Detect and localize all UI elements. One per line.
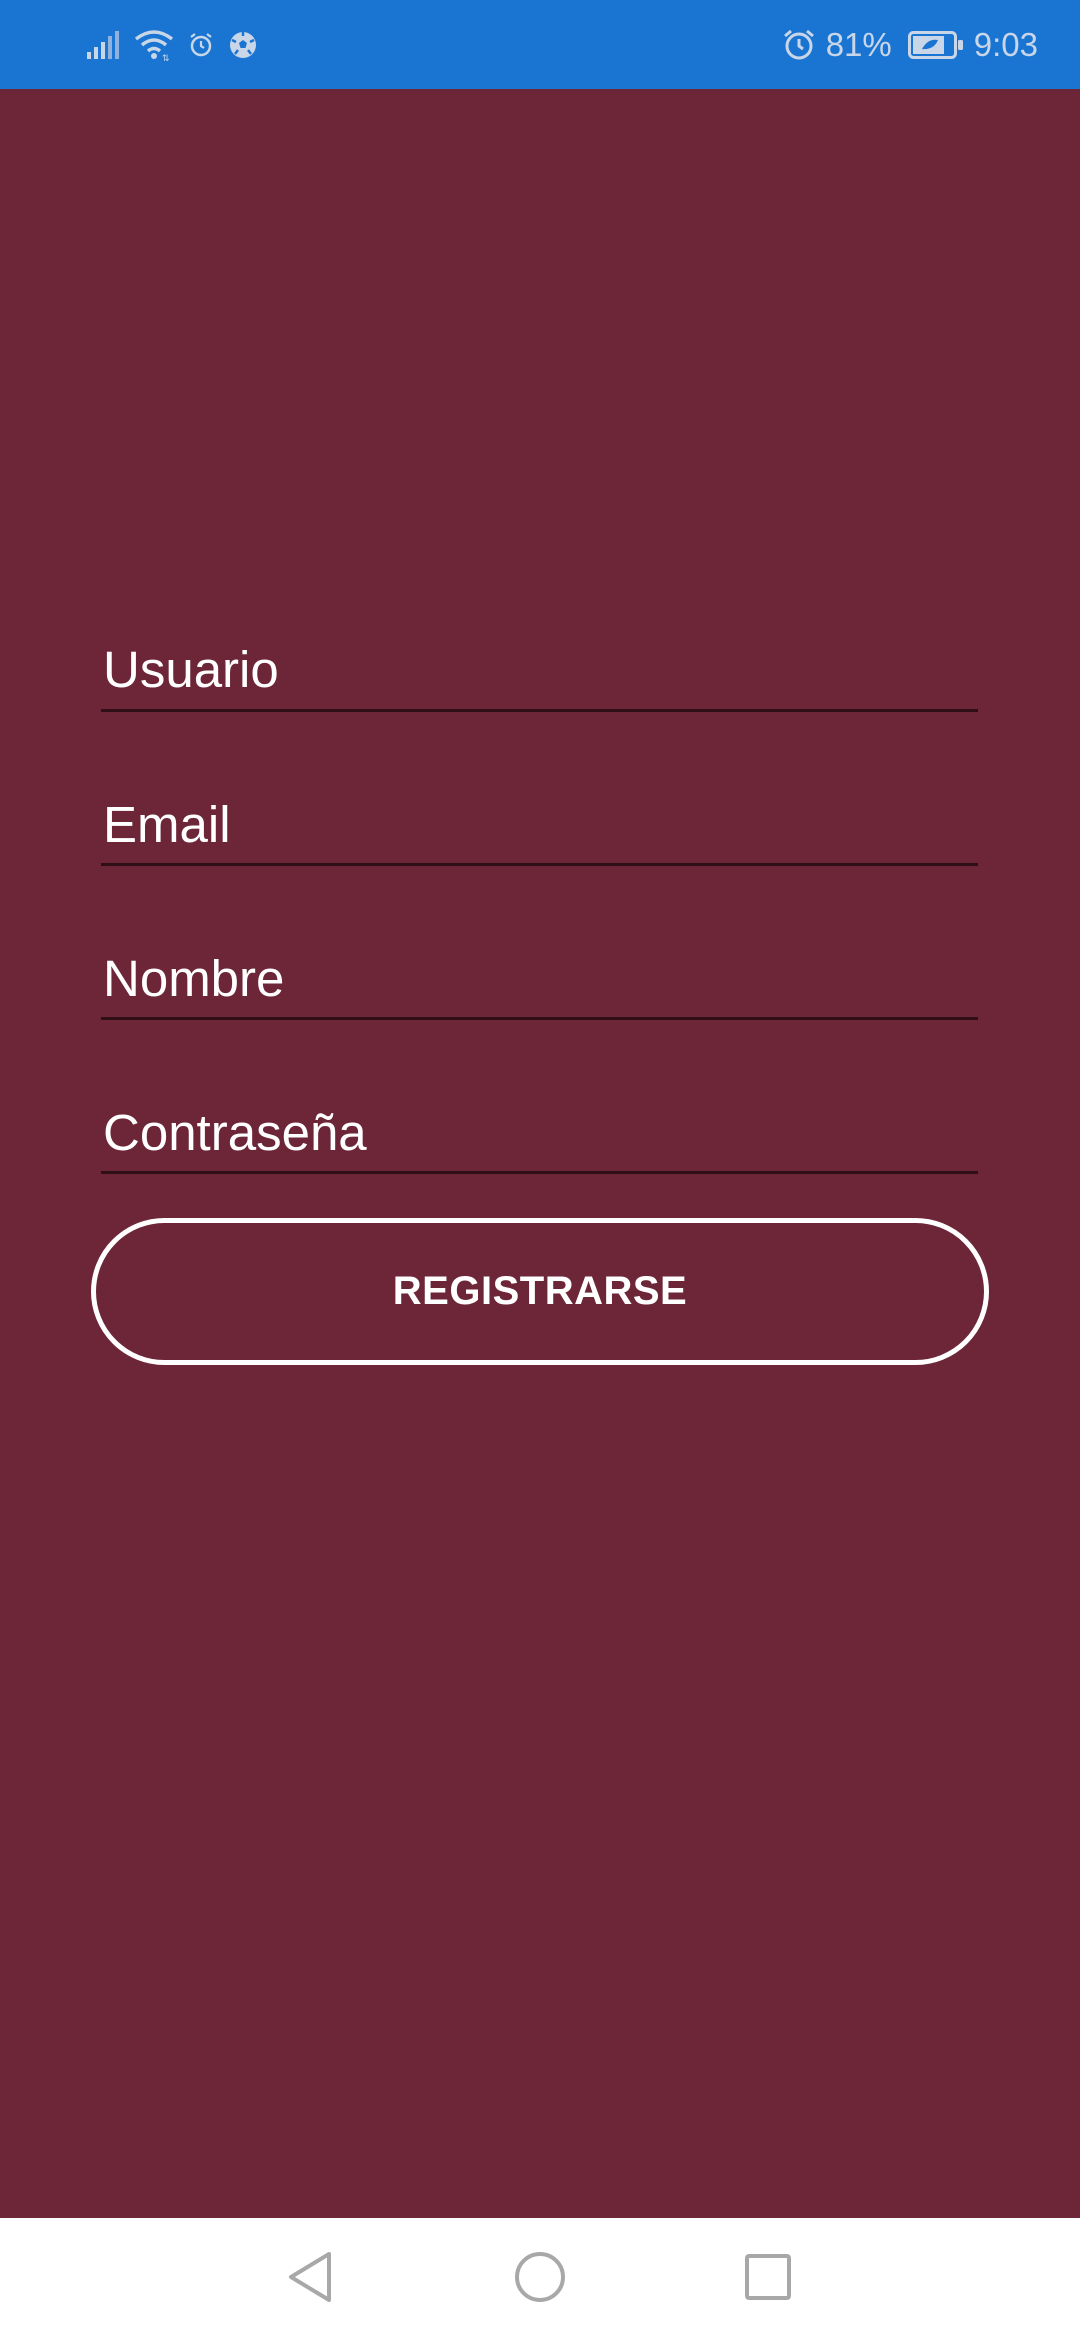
status-bar: ⇅ 81% 9:03 (0, 0, 1080, 89)
status-right-icons: 81% 9:03 (782, 0, 1038, 89)
status-left-icons: ⇅ (86, 0, 258, 89)
password-placeholder: Contraseña (103, 1104, 367, 1161)
password-underline (101, 1171, 978, 1174)
back-icon (285, 2250, 335, 2309)
username-underline (101, 709, 978, 712)
name-underline (101, 1017, 978, 1020)
home-icon (513, 2250, 567, 2309)
username-placeholder: Usuario (103, 641, 279, 698)
soccer-ball-icon (228, 30, 258, 60)
navigation-bar (0, 2218, 1080, 2340)
register-button-label: REGISTRARSE (392, 1269, 688, 1313)
register-screen: ⇅ 81% 9:03 Usuario Email Nombre Contrase… (0, 0, 1080, 2340)
signal-icon (86, 30, 120, 60)
alarm-icon (782, 28, 816, 62)
back-button[interactable] (250, 2218, 370, 2340)
email-placeholder: Email (103, 796, 231, 853)
recent-apps-button[interactable] (708, 2218, 828, 2340)
alarm-small-icon (188, 32, 214, 58)
register-button[interactable]: REGISTRARSE (91, 1218, 989, 1365)
clock: 9:03 (973, 25, 1038, 63)
wifi-icon: ⇅ (134, 28, 174, 62)
name-placeholder: Nombre (103, 950, 285, 1007)
email-field[interactable]: Email (101, 795, 978, 869)
recent-apps-icon (743, 2252, 793, 2307)
password-field[interactable]: Contraseña (101, 1103, 978, 1177)
email-underline (101, 863, 978, 866)
svg-text:⇅: ⇅ (162, 54, 170, 62)
name-field[interactable]: Nombre (101, 949, 978, 1023)
home-button[interactable] (480, 2218, 600, 2340)
username-field[interactable]: Usuario (101, 640, 978, 714)
battery-percent: 81% (825, 25, 892, 63)
battery-icon (907, 30, 964, 60)
